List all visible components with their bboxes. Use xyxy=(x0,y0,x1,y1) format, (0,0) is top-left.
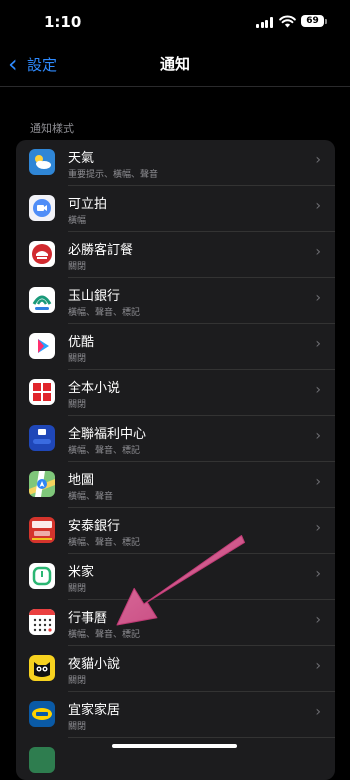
list-item[interactable]: 行事曆 橫幅、聲音、標記 › xyxy=(16,600,335,646)
battery-level: 69 xyxy=(306,16,319,26)
list-item[interactable]: 宜家家居 關閉 › xyxy=(16,692,335,738)
app-name: 行事曆 xyxy=(68,611,108,626)
app-name: 必勝客訂餐 xyxy=(68,243,134,258)
list-item[interactable]: 夜貓小說 關閉 › xyxy=(16,646,335,692)
chevron-right-icon: › xyxy=(315,244,321,260)
chevron-right-icon: › xyxy=(315,198,321,214)
battery-icon: 69 xyxy=(301,15,327,27)
chevron-right-icon: › xyxy=(315,658,321,674)
notification-style: 關閉 xyxy=(68,676,87,686)
list-item[interactable]: 地圖 橫幅、聲音 › xyxy=(16,462,335,508)
pxpay-icon xyxy=(29,425,55,451)
notification-style: 橫幅、聲音、標記 xyxy=(68,630,141,640)
chevron-right-icon: › xyxy=(315,566,321,582)
youku-icon xyxy=(29,333,55,359)
app-name: 安泰銀行 xyxy=(68,519,121,534)
notification-style: 橫幅、聲音、標記 xyxy=(68,308,141,318)
notification-style: 關閉 xyxy=(68,400,87,410)
app-name: 玉山銀行 xyxy=(68,289,121,304)
chevron-right-icon: › xyxy=(315,382,321,398)
chevron-right-icon: › xyxy=(315,704,321,720)
list-item[interactable]: 玉山銀行 橫幅、聲音、標記 › xyxy=(16,278,335,324)
app-name: 地圖 xyxy=(68,473,95,488)
navigation-bar: ‹ 設定 通知 xyxy=(0,44,350,84)
night-owl-novel-icon xyxy=(29,655,55,681)
list-item[interactable]: 安泰銀行 橫幅、聲音、標記 › xyxy=(16,508,335,554)
page-title: 通知 xyxy=(159,55,190,73)
list-item[interactable]: 全聯福利中心 橫幅、聲音、標記 › xyxy=(16,416,335,462)
esun-bank-icon xyxy=(29,287,55,313)
app-name: 全本小说 xyxy=(68,381,121,396)
quanben-novel-icon xyxy=(29,379,55,405)
calendar-icon xyxy=(29,609,55,635)
status-time: 1:10 xyxy=(44,13,82,31)
section-header: 通知樣式 xyxy=(30,122,74,135)
app-name: 夜貓小說 xyxy=(68,657,121,672)
list-item[interactable]: 全本小说 關閉 › xyxy=(16,370,335,416)
list-item[interactable]: 天氣 重要提示、橫幅、聲音 › xyxy=(16,140,335,186)
app-name: 宜家家居 xyxy=(68,703,121,718)
list-item[interactable]: 米家 關閉 › xyxy=(16,554,335,600)
status-bar: 1:10 69 xyxy=(0,0,350,44)
chevron-right-icon: › xyxy=(315,612,321,628)
app-icon xyxy=(29,747,55,773)
chevron-right-icon: › xyxy=(315,290,321,306)
clips-icon xyxy=(29,195,55,221)
notification-style: 重要提示、橫幅、聲音 xyxy=(68,170,159,180)
nav-separator xyxy=(0,86,350,87)
notification-style: 橫幅、聲音、標記 xyxy=(68,538,141,548)
notification-style: 關閉 xyxy=(68,262,87,272)
app-name: 天氣 xyxy=(68,151,95,166)
entie-bank-icon xyxy=(29,517,55,543)
chevron-right-icon: › xyxy=(315,152,321,168)
app-name: 全聯福利中心 xyxy=(68,427,147,442)
notification-style: 橫幅、聲音、標記 xyxy=(68,446,141,456)
app-name: 米家 xyxy=(68,565,95,580)
list-item[interactable]: 优酷 關閉 › xyxy=(16,324,335,370)
app-name: 可立拍 xyxy=(68,197,108,212)
app-name: 优酷 xyxy=(68,335,95,350)
home-indicator xyxy=(112,744,237,748)
notification-style: 橫幅 xyxy=(68,216,87,226)
cellular-signal-icon xyxy=(256,17,273,28)
chevron-right-icon: › xyxy=(315,474,321,490)
list-item[interactable]: 必勝客訂餐 關閉 › xyxy=(16,232,335,278)
wifi-icon xyxy=(279,15,296,28)
maps-icon xyxy=(29,471,55,497)
app-notification-list: 天氣 重要提示、橫幅、聲音 › 可立拍 橫幅 › 必勝客訂餐 關閉 › 玉山銀行… xyxy=(16,140,335,780)
chevron-right-icon: › xyxy=(315,520,321,536)
chevron-right-icon: › xyxy=(315,428,321,444)
ikea-icon xyxy=(29,701,55,727)
list-item[interactable]: 可立拍 橫幅 › xyxy=(16,186,335,232)
notification-style: 關閉 xyxy=(68,722,87,732)
pizza-hut-icon xyxy=(29,241,55,267)
mijia-icon xyxy=(29,563,55,589)
weather-icon xyxy=(29,149,55,175)
notification-style: 關閉 xyxy=(68,584,87,594)
chevron-right-icon: › xyxy=(315,336,321,352)
notification-style: 關閉 xyxy=(68,354,87,364)
notification-style: 橫幅、聲音 xyxy=(68,492,114,502)
